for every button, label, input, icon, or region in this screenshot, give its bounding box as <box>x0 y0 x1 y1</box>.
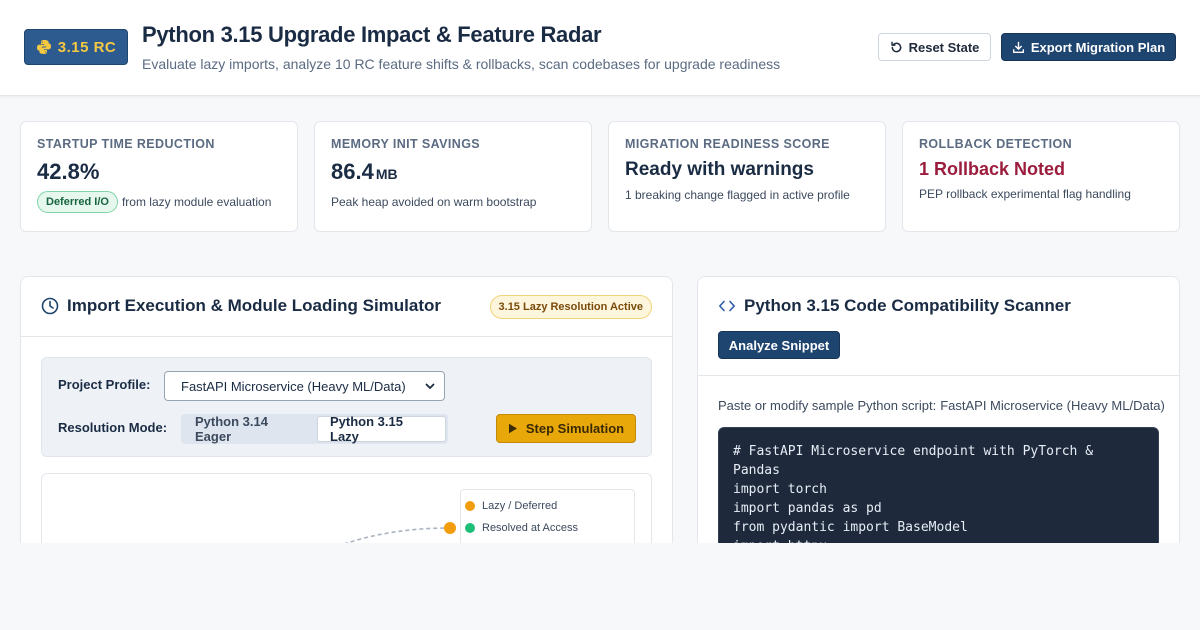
module-graph <box>343 522 456 545</box>
paste-label: Paste or modify sample Python script: <box>718 398 937 413</box>
code-line: from pydantic import BaseModel <box>733 520 968 535</box>
play-icon <box>508 423 517 434</box>
code-line: # FastAPI Microservice endpoint with PyT… <box>733 444 1101 478</box>
paste-profile: FastAPI Microservice (Heavy ML/Data) <box>940 398 1165 413</box>
page-subtitle: Evaluate lazy imports, analyze 10 RC fea… <box>142 56 781 72</box>
legend-label: Resolved at Access <box>482 522 578 534</box>
project-profile-select[interactable]: FastAPI Microservice (Heavy ML/Data) <box>164 371 445 401</box>
project-profile-value: FastAPI Microservice (Heavy ML/Data) <box>181 378 406 394</box>
lazy-module-node[interactable] <box>444 522 456 534</box>
code-line: import torch <box>733 482 827 497</box>
resolution-mode-label: Resolution Mode: <box>58 420 168 435</box>
metric-value: 86.4 MB <box>331 159 575 185</box>
paste-instructions: Paste or modify sample Python script: Fas… <box>718 398 1165 413</box>
legend-label: Lazy / Deferred <box>482 500 558 512</box>
metric-value: 1 Rollback Noted <box>919 159 1066 179</box>
legend-item-lazy: Lazy / Deferred <box>465 500 634 512</box>
page-title: Python 3.15 Upgrade Impact & Feature Rad… <box>142 22 602 47</box>
page-footer-area <box>0 543 1200 630</box>
reset-state-label: Reset State <box>908 39 980 55</box>
lazy-resolution-badge: 3.15 Lazy Resolution Active <box>489 295 652 319</box>
deferred-io-pill: Deferred I/O <box>37 191 118 213</box>
reset-icon <box>890 41 902 52</box>
download-icon <box>1012 41 1024 53</box>
metric-note: Deferred I/O from lazy module evaluation <box>37 191 281 213</box>
simulator-controls: Project Profile: FastAPI Microservice (H… <box>41 357 652 457</box>
metric-note: Peak heap avoided on warm bootstrap <box>331 195 537 209</box>
simulator-header: Import Execution & Module Loading Simula… <box>21 277 672 337</box>
metric-note-text: from lazy module evaluation <box>121 195 272 209</box>
metric-card-memory: Memory Init Savings 86.4 MB Peak heap avo… <box>314 121 592 232</box>
scanner-header: Python 3.15 Code Compatibility Scanner A… <box>698 277 1179 376</box>
lazy-dot-icon <box>465 501 475 511</box>
metric-card-rollback: Rollback Detection 1 Rollback Noted PEP … <box>902 121 1180 232</box>
mode-eager-option[interactable]: Python 3.14 Eager <box>183 414 317 444</box>
simulator-title: Import Execution & Module Loading Simula… <box>67 296 442 315</box>
metric-label: Migration Readiness Score <box>625 137 830 151</box>
python-logo-icon <box>36 40 51 54</box>
metric-note: PEP rollback experimental flag handling <box>919 187 1131 201</box>
step-simulation-button[interactable]: Step Simulation <box>496 414 636 443</box>
export-migration-plan-button[interactable]: Export Migration Plan <box>1001 33 1176 61</box>
step-simulation-label: Step Simulation <box>525 421 625 436</box>
metric-note: 1 breaking change flagged in active prof… <box>625 188 850 202</box>
metric-label: Memory Init Savings <box>331 137 481 151</box>
metric-value: Ready with warnings <box>625 159 814 180</box>
metric-value: 42.8% <box>37 159 100 184</box>
simulator-panel: Import Execution & Module Loading Simula… <box>20 276 673 576</box>
metric-unit: MB <box>375 166 398 182</box>
metric-card-readiness: Migration Readiness Score Ready with war… <box>608 121 886 232</box>
resolution-mode-toggle: Python 3.14 Eager Python 3.15 Lazy <box>181 414 448 444</box>
metric-number: 86.4 <box>331 159 374 184</box>
scanner-title: Python 3.15 Code Compatibility Scanner <box>744 296 1071 315</box>
export-label: Export Migration Plan <box>1030 39 1166 55</box>
scanner-panel: Python 3.15 Code Compatibility Scanner A… <box>697 276 1180 576</box>
code-icon <box>719 300 735 312</box>
resolved-dot-icon <box>465 523 475 533</box>
project-profile-label: Project Profile: <box>58 377 151 392</box>
code-line: import pandas as pd <box>733 501 882 516</box>
metric-label: Rollback Detection <box>919 137 1073 151</box>
metric-card-startup: Startup Time Reduction 42.8% Deferred I/… <box>20 121 298 232</box>
app-header: 3.15 RC Python 3.15 Upgrade Impact & Fea… <box>0 0 1200 96</box>
legend-item-resolved: Resolved at Access <box>465 522 634 534</box>
metric-label: Startup Time Reduction <box>37 137 215 151</box>
version-badge: 3.15 RC <box>24 29 128 65</box>
analyze-snippet-button[interactable]: Analyze Snippet <box>718 331 840 359</box>
version-label: 3.15 RC <box>57 38 117 56</box>
chevron-down-icon <box>425 383 435 389</box>
clock-icon <box>41 297 59 315</box>
mode-lazy-option[interactable]: Python 3.15 Lazy <box>317 414 446 444</box>
reset-state-button[interactable]: Reset State <box>878 33 991 61</box>
import-edge <box>343 527 451 545</box>
